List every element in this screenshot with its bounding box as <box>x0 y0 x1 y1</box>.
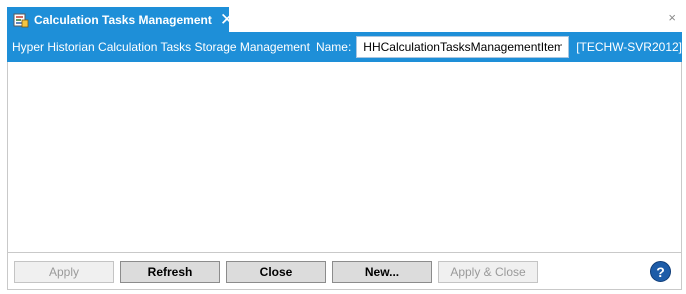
tab-title: Calculation Tasks Management <box>34 12 212 27</box>
new-button[interactable]: New... <box>332 261 432 283</box>
calculation-tasks-icon <box>13 12 29 28</box>
content-area <box>7 62 682 252</box>
header-title: Hyper Historian Calculation Tasks Storag… <box>12 40 310 54</box>
name-label: Name: <box>315 40 352 54</box>
calculation-tasks-window: Calculation Tasks Management ✕ × Hyper H… <box>3 6 682 290</box>
server-label: [TECHW-SVR2012] <box>576 40 682 54</box>
tab-strip: Calculation Tasks Management ✕ × <box>3 6 682 32</box>
storage-management-header: Hyper Historian Calculation Tasks Storag… <box>7 32 682 62</box>
name-input[interactable] <box>356 36 570 58</box>
close-button[interactable]: Close <box>226 261 326 283</box>
apply-and-close-button[interactable]: Apply & Close <box>438 261 538 283</box>
close-icon[interactable]: × <box>668 10 676 25</box>
tab-close-icon[interactable]: ✕ <box>220 11 234 28</box>
help-icon[interactable]: ? <box>650 261 671 282</box>
refresh-button[interactable]: Refresh <box>120 261 220 283</box>
apply-button[interactable]: Apply <box>14 261 114 283</box>
tab-calculation-tasks-management[interactable]: Calculation Tasks Management ✕ <box>7 7 234 32</box>
button-bar: Apply Refresh Close New... Apply & Close… <box>7 252 682 290</box>
